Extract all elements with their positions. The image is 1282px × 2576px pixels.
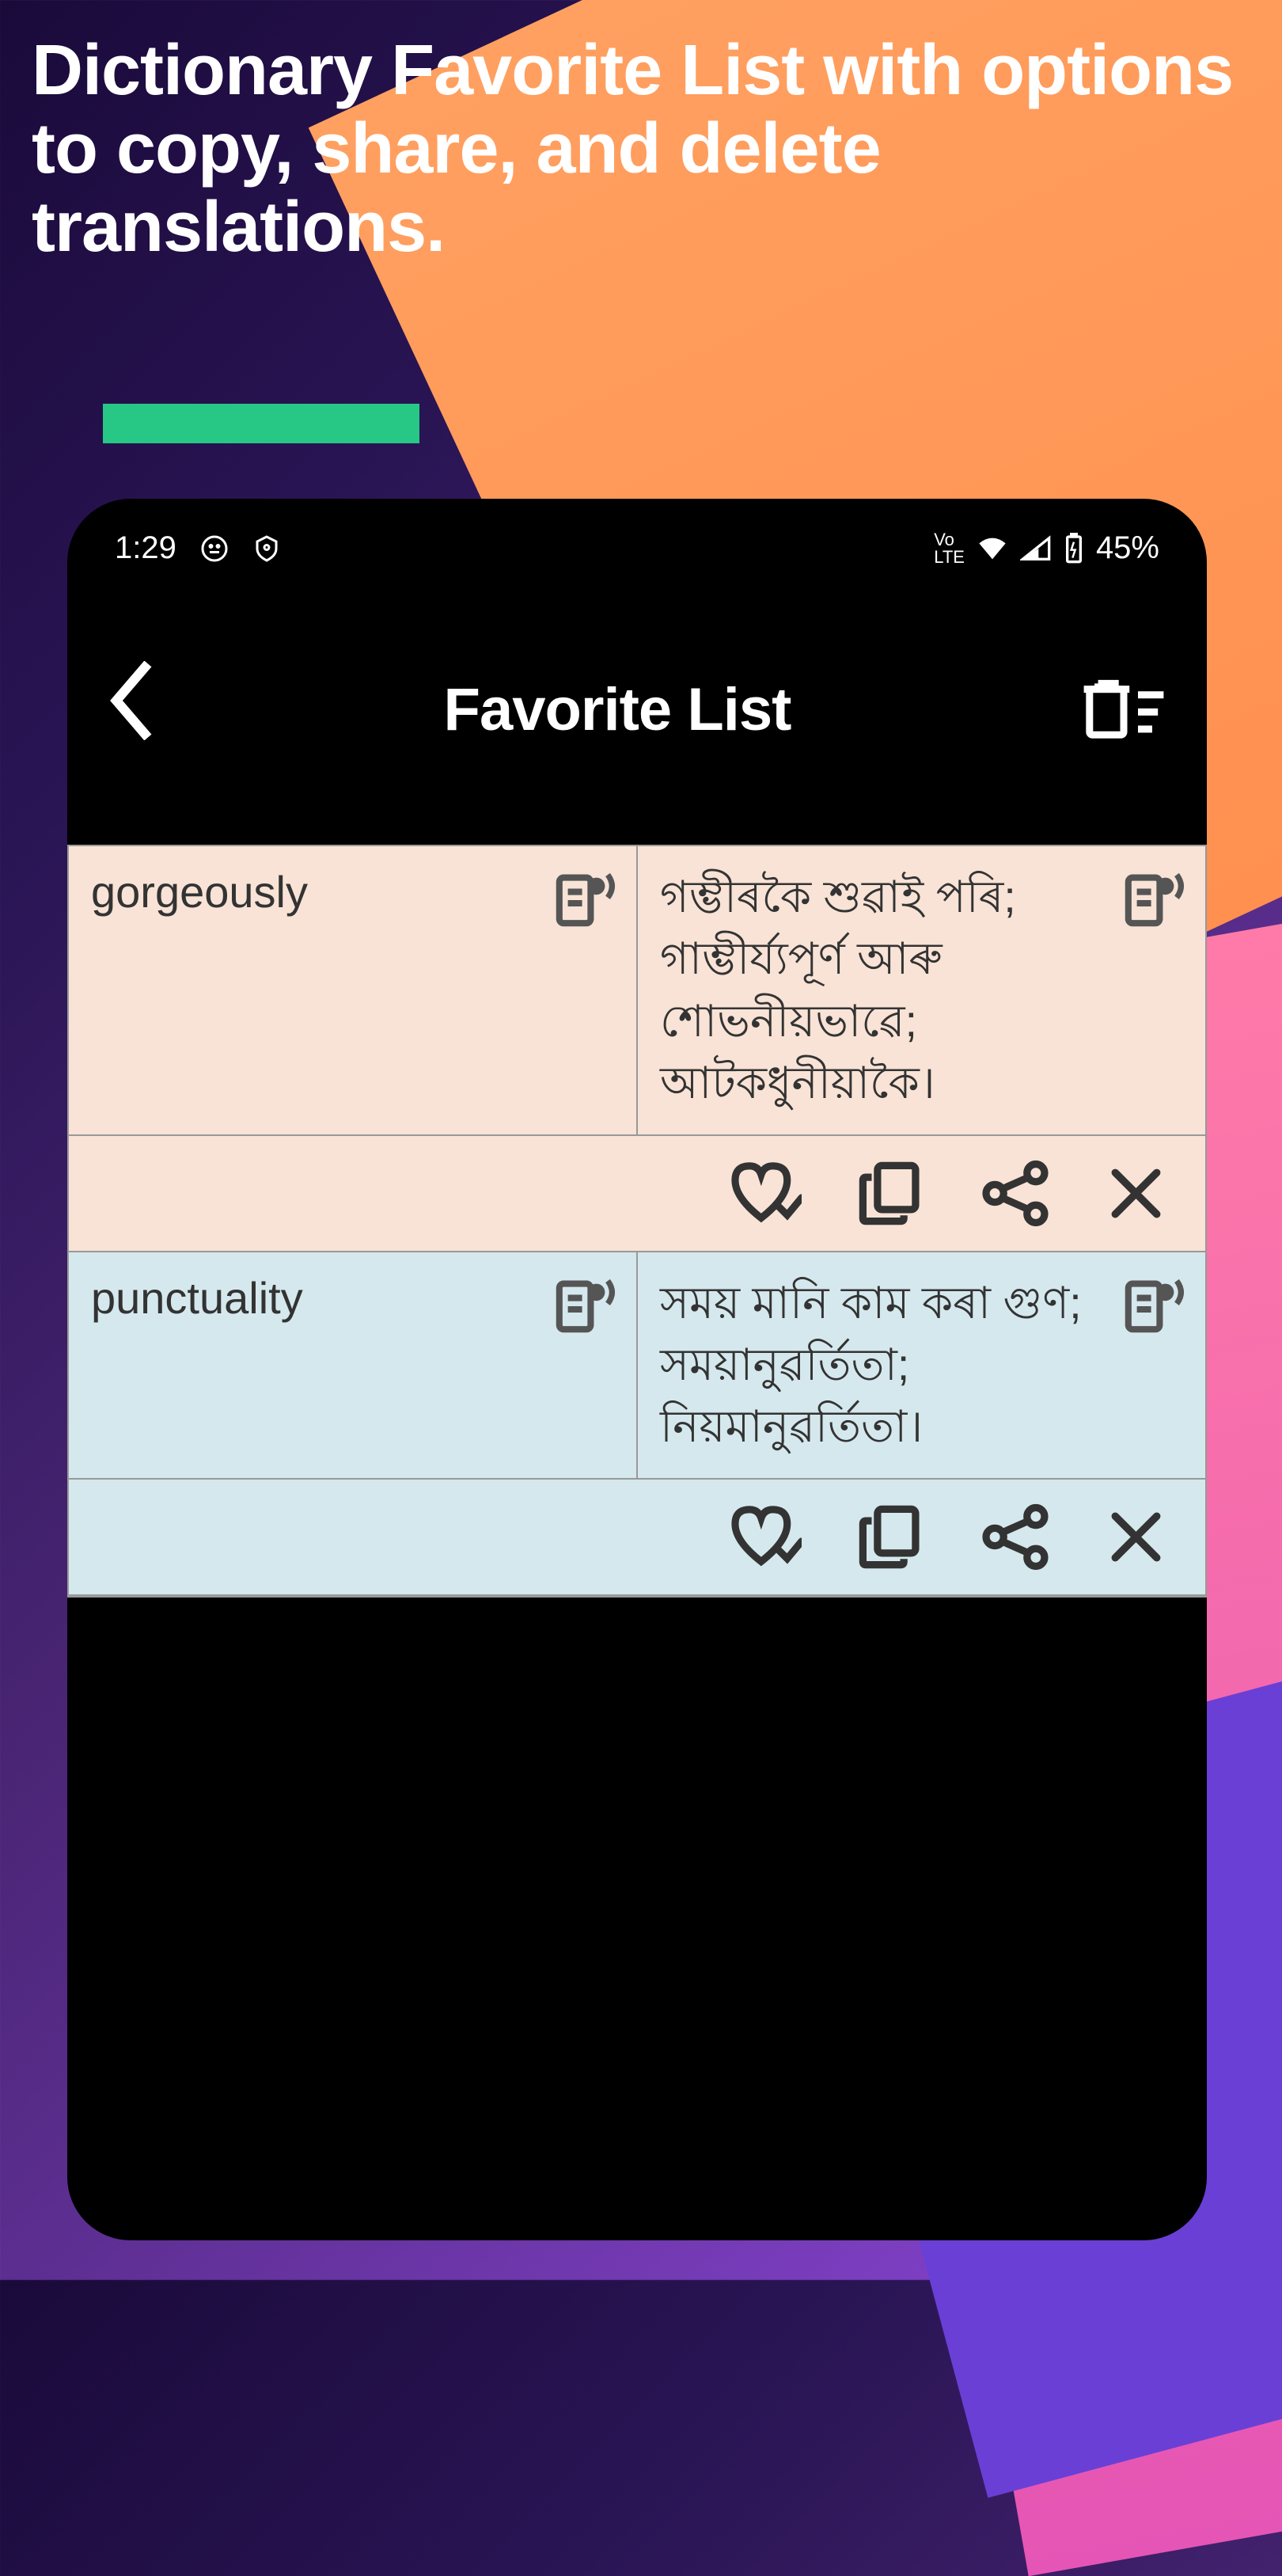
translation-text: গম্ভীৰকৈ শুৱাই পৰি; গাম্ভীৰ্য্যপূৰ্ণ আৰু… <box>660 872 1016 1108</box>
share-button[interactable] <box>980 1503 1051 1571</box>
source-word-cell: punctuality <box>69 1252 638 1478</box>
speak-source-button[interactable] <box>551 861 622 936</box>
phone-frame: 1:29 VoLTE 45% Favorite List <box>67 499 1207 2240</box>
speak-translation-button[interactable] <box>1120 861 1191 936</box>
translation-cell: গম্ভীৰকৈ শুৱাই পৰি; গাম্ভীৰ্য্যপূৰ্ণ আৰু… <box>638 846 1205 1134</box>
source-word-cell: gorgeously <box>69 846 638 1134</box>
accent-bar <box>103 404 419 443</box>
status-time: 1:29 <box>115 530 176 566</box>
translation-text: সময় মানি কাম কৰা গুণ; সময়ানুৱৰ্তিতা; ন… <box>660 1278 1082 1452</box>
translation-cell: সময় মানি কাম কৰা গুণ; সময়ানুৱৰ্তিতা; ন… <box>638 1252 1205 1478</box>
source-word: punctuality <box>91 1273 303 1323</box>
source-word: gorgeously <box>91 867 308 917</box>
back-button[interactable] <box>91 661 170 758</box>
status-bar: 1:29 VoLTE 45% <box>67 499 1207 582</box>
favorite-button[interactable] <box>726 1160 802 1227</box>
battery-icon <box>1064 533 1084 564</box>
shield-icon <box>252 534 281 563</box>
network-type: VoLTE <box>934 531 965 566</box>
wifi-icon <box>977 533 1008 564</box>
marketing-headline: Dictionary Favorite List with options to… <box>32 32 1282 267</box>
delete-button[interactable] <box>1106 1507 1166 1567</box>
speak-source-button[interactable] <box>551 1267 622 1342</box>
delete-button[interactable] <box>1106 1164 1166 1223</box>
list-item: gorgeously গম্ভীৰকৈ শুৱাই পৰি; গাম্ভীৰ্য… <box>69 846 1205 1252</box>
app-header: Favorite List <box>67 582 1207 845</box>
item-actions <box>69 1480 1205 1594</box>
signal-icon <box>1020 533 1052 564</box>
list-item: punctuality সময় মানি কাম কৰা গুণ; সময়া… <box>69 1252 1205 1596</box>
share-button[interactable] <box>980 1160 1051 1227</box>
item-actions <box>69 1136 1205 1251</box>
favorite-button[interactable] <box>726 1503 802 1571</box>
copy-button[interactable] <box>857 1503 924 1571</box>
speak-translation-button[interactable] <box>1120 1267 1191 1342</box>
battery-percent: 45% <box>1096 530 1159 566</box>
favorite-list: gorgeously গম্ভীৰকৈ শুৱাই পৰি; গাম্ভীৰ্য… <box>67 845 1207 1598</box>
face-icon <box>200 534 229 563</box>
copy-button[interactable] <box>857 1160 924 1227</box>
page-title: Favorite List <box>444 675 791 744</box>
delete-all-button[interactable] <box>1064 672 1183 747</box>
